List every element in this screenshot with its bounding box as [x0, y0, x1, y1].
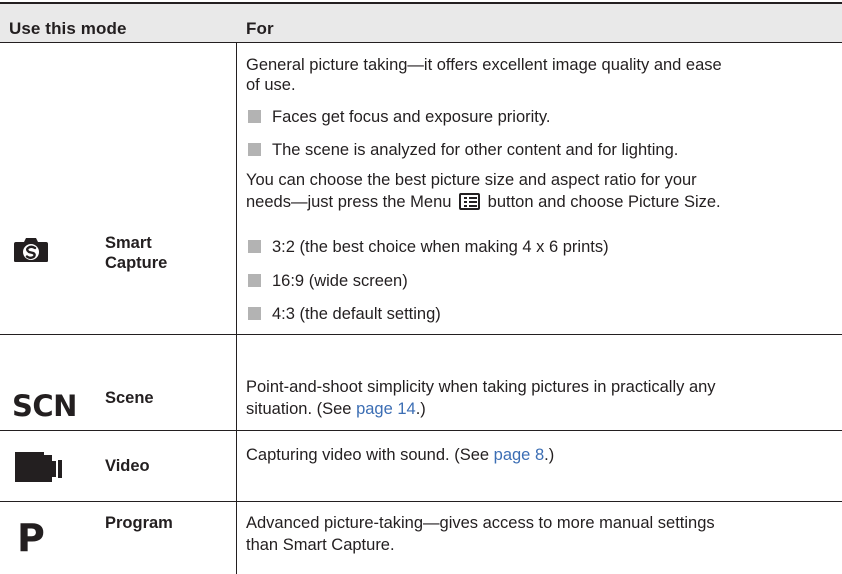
- row-divider: [0, 430, 842, 431]
- header-for: For: [246, 19, 274, 38]
- page-8-link[interactable]: page 8: [494, 446, 544, 464]
- program-p-icon: P: [17, 516, 45, 560]
- smart-desc-line2: of use.: [246, 76, 296, 94]
- mode-name-scene: Scene: [105, 389, 154, 407]
- video-desc: Capturing video with sound. (See page 8.…: [246, 446, 555, 464]
- list-item: Faces get focus and exposure priority.: [248, 107, 551, 127]
- bullet-square-icon: [248, 274, 261, 287]
- row-divider: [0, 501, 842, 502]
- list-item: 3:2 (the best choice when making 4 x 6 p…: [248, 237, 609, 257]
- row-divider: [0, 334, 842, 335]
- program-desc-line1: Advanced picture-taking—gives access to …: [246, 514, 715, 532]
- column-divider: [236, 43, 237, 574]
- smart-capture-camera-icon: [14, 238, 48, 262]
- smart-desc-line1: General picture taking—it offers excelle…: [246, 56, 722, 74]
- header-rule: [0, 42, 842, 43]
- page-14-link[interactable]: page 14: [356, 400, 416, 418]
- scn-icon: SCN: [12, 389, 77, 423]
- menu-icon: [459, 193, 481, 210]
- mode-name-program: Program: [105, 514, 173, 532]
- scene-desc-line1: Point-and-shoot simplicity when taking p…: [246, 378, 716, 396]
- list-item: 4:3 (the default setting): [248, 304, 441, 324]
- mode-name-smart: Smart: [105, 234, 152, 252]
- bullet-square-icon: [248, 307, 261, 320]
- header-use-this-mode: Use this mode: [9, 19, 127, 38]
- program-desc-line2: than Smart Capture.: [246, 536, 395, 554]
- mode-name-video: Video: [105, 457, 150, 475]
- mode-name-capture: Capture: [105, 254, 168, 272]
- list-item: 16:9 (wide screen): [248, 271, 408, 291]
- smart-para-line2: needs—just press the Menu button and cho…: [246, 193, 721, 211]
- bullet-square-icon: [248, 110, 261, 123]
- video-camera-icon: [15, 452, 62, 482]
- bullet-square-icon: [248, 240, 261, 253]
- table-header: Use this mode For: [0, 4, 842, 42]
- list-item: The scene is analyzed for other content …: [248, 140, 678, 160]
- smart-para-line1: You can choose the best picture size and…: [246, 171, 697, 189]
- scene-desc-line2: situation. (See page 14.): [246, 400, 426, 418]
- bullet-square-icon: [248, 143, 261, 156]
